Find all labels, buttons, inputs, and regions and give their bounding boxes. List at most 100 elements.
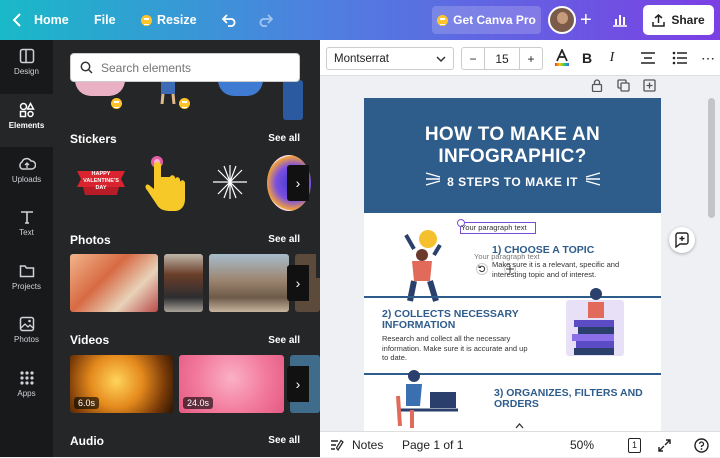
chevron-right-icon: › — [295, 376, 301, 392]
italic-button[interactable]: I — [604, 48, 620, 68]
rail-item-text[interactable]: Text — [0, 201, 53, 254]
help-button[interactable] — [694, 432, 709, 458]
photo-thumbnail-couple[interactable] — [209, 254, 289, 312]
rail-item-apps[interactable]: Apps — [0, 362, 53, 415]
font-size-increase-button[interactable]: + — [519, 47, 543, 70]
upload-icon — [652, 13, 666, 27]
list-button[interactable] — [670, 48, 690, 68]
graphic-thumbnail[interactable] — [283, 80, 303, 120]
fullscreen-button[interactable] — [658, 432, 671, 458]
see-all-audio-link[interactable]: See all — [268, 435, 300, 446]
rail-item-projects[interactable]: Projects — [0, 255, 53, 308]
elements-panel: Stickers See all HAPPY VALENTINE'S DAY ›… — [53, 40, 320, 457]
top-bar: Home File Resize Get Canva Pro + Share — [0, 0, 720, 40]
redo-button[interactable] — [257, 0, 273, 40]
photo-thumbnail-festival[interactable] — [70, 254, 158, 312]
home-button[interactable]: Home — [12, 0, 69, 40]
sparkle-lines-right-icon — [585, 172, 601, 186]
rail-item-design[interactable]: Design — [0, 40, 53, 93]
video-thumbnail-fire[interactable]: 6.0s — [70, 355, 173, 413]
image-icon — [19, 316, 34, 332]
see-all-videos-link[interactable]: See all — [268, 335, 300, 346]
sticker-valentines[interactable]: HAPPY VALENTINE'S DAY — [73, 157, 129, 203]
lock-icon[interactable] — [591, 79, 603, 92]
notes-button[interactable]: Notes — [330, 432, 383, 458]
rail-label: Photos — [14, 335, 39, 344]
chevron-down-icon — [436, 56, 446, 63]
illustration-books-person[interactable] — [562, 284, 626, 362]
photo-thumbnail-portrait[interactable] — [164, 254, 203, 312]
step2-text[interactable]: Research and collect all the necessary i… — [382, 334, 530, 363]
page-indicator[interactable]: Page 1 of 1 — [402, 432, 463, 458]
video-duration-badge: 24.0s — [183, 397, 214, 409]
duplicate-icon[interactable] — [617, 79, 630, 92]
align-button[interactable] — [638, 48, 658, 68]
font-size-decrease-button[interactable]: − — [461, 47, 485, 70]
step1-title[interactable]: 1) CHOOSE A TOPIC — [492, 245, 642, 256]
photos-next-arrow[interactable]: › — [287, 265, 309, 301]
rail-item-elements[interactable]: Elements — [0, 94, 53, 147]
sticker-sparkle[interactable] — [208, 163, 252, 201]
graphic-thumbnail[interactable] — [75, 80, 125, 96]
crown-icon — [141, 14, 152, 26]
avatar[interactable] — [548, 6, 576, 34]
page-count-button[interactable]: 1 — [628, 432, 641, 458]
rail-item-photos[interactable]: Photos — [0, 308, 53, 361]
get-canva-pro-button[interactable]: Get Canva Pro — [432, 6, 541, 34]
bold-button[interactable]: B — [579, 48, 595, 68]
selected-text-box[interactable]: Your paragraph text — [457, 219, 536, 234]
rail-item-uploads[interactable]: Uploads — [0, 148, 53, 201]
illustration-desk-person[interactable] — [392, 366, 462, 431]
videos-next-arrow[interactable]: › — [287, 366, 309, 402]
rail-label: Design — [14, 67, 39, 76]
rail-label: Elements — [8, 121, 45, 130]
search-bar[interactable] — [70, 53, 300, 82]
see-all-photos-link[interactable]: See all — [268, 234, 300, 245]
shapes-icon — [19, 102, 35, 118]
text-toolbar: Montserrat − 15 + B I ⋯ — [320, 40, 720, 76]
resize-label: Resize — [157, 13, 197, 27]
font-family-dropdown[interactable]: Montserrat — [326, 47, 454, 70]
notes-label: Notes — [352, 438, 384, 452]
graphic-thumbnail[interactable] — [218, 80, 263, 96]
zoom-level[interactable]: 50% — [570, 432, 594, 458]
resize-button[interactable]: Resize — [141, 0, 197, 40]
video-thumbnail-pink[interactable]: 24.0s — [179, 355, 284, 413]
canvas-scrollbar-thumb[interactable] — [708, 98, 715, 218]
add-comment-button[interactable] — [669, 227, 695, 253]
rotate-icon[interactable] — [476, 263, 488, 275]
crown-icon — [437, 14, 449, 26]
notes-icon — [331, 439, 344, 452]
insights-button[interactable] — [612, 0, 628, 40]
sticker-tap-hand[interactable] — [141, 153, 189, 213]
share-button[interactable]: Share — [643, 5, 714, 35]
bold-icon: B — [581, 50, 593, 66]
infographic-subtitle[interactable]: 8 STEPS TO MAKE IT — [364, 175, 661, 189]
search-input[interactable] — [101, 60, 281, 75]
rail-label: Projects — [12, 282, 41, 291]
illustration-lightbulb-person[interactable] — [400, 229, 448, 305]
step3-title[interactable]: 3) ORGANIZES, FILTERS AND ORDERS — [494, 388, 654, 410]
design-page[interactable]: HOW TO MAKE AN INFOGRAPHIC? 8 STEPS TO M… — [364, 98, 661, 431]
step1-text[interactable]: Make sure it is a relevant, specific and… — [492, 260, 642, 279]
file-menu[interactable]: File — [94, 0, 116, 40]
more-options-button[interactable]: ⋯ — [700, 48, 716, 68]
infographic-title-line2[interactable]: INFOGRAPHIC? — [364, 146, 661, 168]
step2-title[interactable]: 2) COLLECTS NECESSARY INFORMATION — [382, 309, 532, 331]
see-all-stickers-link[interactable]: See all — [268, 133, 300, 144]
grid-icon — [19, 371, 34, 385]
add-page-icon[interactable] — [643, 79, 656, 92]
expand-icon — [658, 438, 671, 452]
list-icon — [672, 51, 687, 65]
paragraph-text-placeholder[interactable]: Your paragraph text — [461, 223, 527, 232]
crown-icon — [111, 98, 122, 109]
cloud-upload-icon — [18, 157, 36, 170]
infographic-title-line1[interactable]: HOW TO MAKE AN — [364, 124, 661, 146]
stickers-next-arrow[interactable]: › — [287, 165, 309, 201]
font-size-input[interactable]: 15 — [484, 47, 520, 70]
section-title-photos: Photos — [70, 233, 111, 247]
undo-button[interactable] — [222, 0, 238, 40]
share-label: Share — [671, 13, 705, 27]
add-collaborator-button[interactable]: + — [580, 0, 592, 40]
text-color-button[interactable] — [553, 48, 571, 68]
